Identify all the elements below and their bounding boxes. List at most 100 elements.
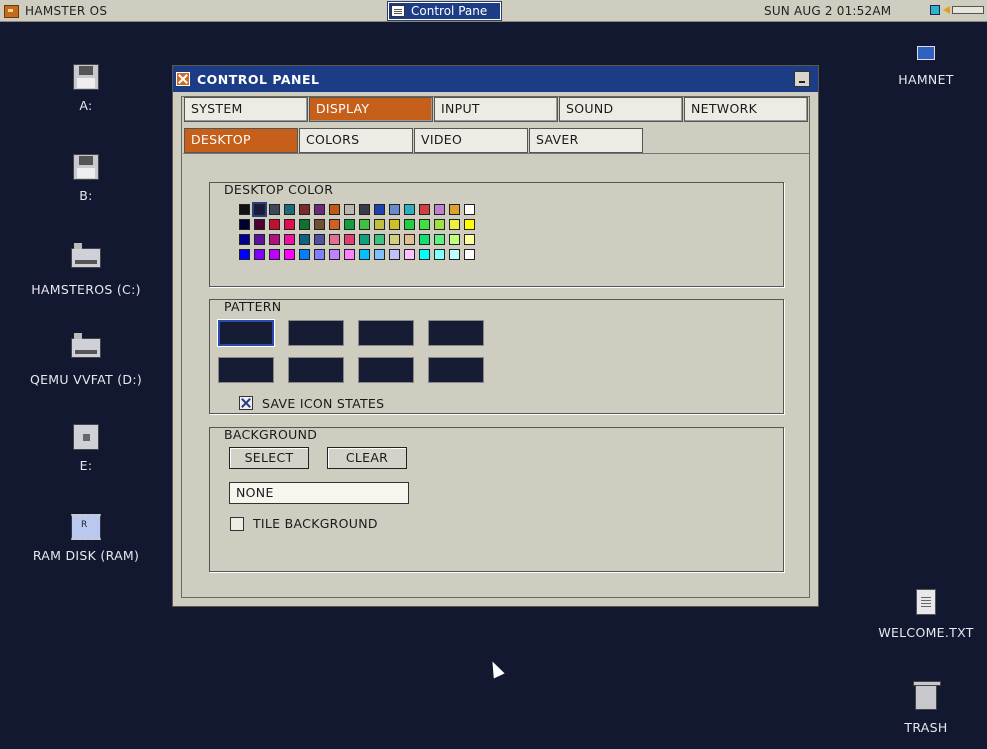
color-swatch[interactable] (464, 249, 475, 260)
subtab-desktop[interactable]: DESKTOP (184, 128, 298, 153)
color-swatch[interactable] (449, 249, 460, 260)
color-swatch[interactable] (299, 219, 310, 230)
pattern-swatch[interactable] (358, 357, 414, 383)
color-swatch[interactable] (299, 249, 310, 260)
subtab-saver[interactable]: SAVER (529, 128, 643, 153)
color-swatch[interactable] (389, 234, 400, 245)
color-swatch[interactable] (359, 204, 370, 215)
color-swatch[interactable] (434, 234, 445, 245)
color-swatch[interactable] (269, 249, 280, 260)
save-icon-states-checkbox[interactable] (239, 396, 253, 410)
subtab-colors[interactable]: COLORS (299, 128, 413, 153)
color-swatch[interactable] (269, 204, 280, 215)
color-swatch[interactable] (464, 219, 475, 230)
color-swatch[interactable] (374, 249, 385, 260)
tab-input[interactable]: INPUT (434, 97, 558, 122)
color-swatch[interactable] (239, 234, 250, 245)
color-swatch[interactable] (329, 234, 340, 245)
color-swatch[interactable] (344, 204, 355, 215)
color-swatch[interactable] (404, 249, 415, 260)
color-swatch[interactable] (434, 204, 445, 215)
pattern-swatch[interactable] (428, 357, 484, 383)
color-swatch[interactable] (389, 219, 400, 230)
minimize-button[interactable] (794, 71, 810, 87)
volume-level-bar[interactable] (952, 6, 984, 14)
pattern-swatch[interactable] (358, 320, 414, 346)
color-swatch[interactable] (299, 234, 310, 245)
color-swatch[interactable] (329, 249, 340, 260)
desktop-icon-b[interactable]: B: (26, 154, 146, 203)
volume-icon[interactable] (943, 6, 950, 14)
color-swatch[interactable] (254, 249, 265, 260)
color-swatch[interactable] (434, 219, 445, 230)
pattern-swatch[interactable] (218, 320, 274, 346)
color-swatch[interactable] (269, 219, 280, 230)
color-swatch[interactable] (239, 204, 250, 215)
color-swatch[interactable] (374, 204, 385, 215)
color-swatch[interactable] (404, 234, 415, 245)
taskbar-button-control-panel[interactable]: Control Pane (387, 1, 502, 21)
color-swatch[interactable] (374, 234, 385, 245)
tab-display[interactable]: DISPLAY (309, 97, 433, 122)
tile-background-checkbox[interactable] (230, 517, 244, 531)
color-swatch[interactable] (299, 204, 310, 215)
color-swatch[interactable] (419, 234, 430, 245)
color-swatch[interactable] (239, 219, 250, 230)
tab-sound[interactable]: SOUND (559, 97, 683, 122)
color-swatch[interactable] (252, 202, 267, 217)
color-swatch[interactable] (284, 219, 295, 230)
tab-network[interactable]: NETWORK (684, 97, 808, 122)
color-swatch[interactable] (389, 204, 400, 215)
pattern-swatch[interactable] (428, 320, 484, 346)
pattern-swatch[interactable] (288, 357, 344, 383)
background-path-field[interactable]: NONE (229, 482, 409, 504)
color-swatch[interactable] (389, 249, 400, 260)
desktop-icon-a[interactable]: A: (26, 64, 146, 113)
color-swatch[interactable] (284, 204, 295, 215)
color-swatch[interactable] (314, 204, 325, 215)
color-swatch[interactable] (284, 249, 295, 260)
desktop-icon-welcome-txt[interactable]: WELCOME.TXT (866, 589, 986, 640)
color-swatch[interactable] (464, 204, 475, 215)
desktop-icon-ram-disk[interactable]: RAM DISK (RAM) (26, 514, 146, 563)
window-titlebar[interactable]: CONTROL PANEL (173, 66, 818, 92)
color-swatch[interactable] (254, 219, 265, 230)
color-swatch[interactable] (254, 234, 265, 245)
color-swatch[interactable] (344, 234, 355, 245)
color-swatch[interactable] (239, 249, 250, 260)
color-swatch[interactable] (449, 219, 460, 230)
color-swatch[interactable] (359, 219, 370, 230)
color-swatch[interactable] (404, 204, 415, 215)
desktop-icon-e[interactable]: E: (26, 424, 146, 473)
pattern-swatch[interactable] (218, 357, 274, 383)
subtab-video[interactable]: VIDEO (414, 128, 528, 153)
color-swatch[interactable] (344, 249, 355, 260)
color-swatch[interactable] (464, 234, 475, 245)
color-swatch[interactable] (404, 219, 415, 230)
color-swatch[interactable] (359, 234, 370, 245)
color-swatch[interactable] (419, 219, 430, 230)
color-swatch[interactable] (419, 204, 430, 215)
clear-background-button[interactable]: CLEAR (327, 447, 407, 469)
desktop-icon-c[interactable]: HAMSTEROS (C:) (26, 243, 146, 297)
color-swatch[interactable] (374, 219, 385, 230)
desktop-icon-trash[interactable]: TRASH (866, 681, 986, 735)
color-swatch[interactable] (449, 234, 460, 245)
select-background-button[interactable]: SELECT (229, 447, 309, 469)
color-swatch[interactable] (329, 204, 340, 215)
desktop-icon-hamnet[interactable]: HAMNET (866, 38, 986, 87)
desktop-icon-d[interactable]: QEMU VVFAT (D:) (26, 333, 146, 387)
color-swatch[interactable] (329, 219, 340, 230)
pattern-swatch[interactable] (288, 320, 344, 346)
color-swatch[interactable] (419, 249, 430, 260)
color-swatch[interactable] (284, 234, 295, 245)
color-swatch[interactable] (434, 249, 445, 260)
color-swatch[interactable] (269, 234, 280, 245)
color-swatch[interactable] (314, 219, 325, 230)
close-button[interactable] (176, 72, 190, 86)
tab-system[interactable]: SYSTEM (184, 97, 308, 122)
network-status-icon[interactable] (930, 5, 940, 15)
os-menu[interactable]: HAMSTER OS (4, 3, 107, 19)
color-swatch[interactable] (449, 204, 460, 215)
color-swatch[interactable] (314, 249, 325, 260)
